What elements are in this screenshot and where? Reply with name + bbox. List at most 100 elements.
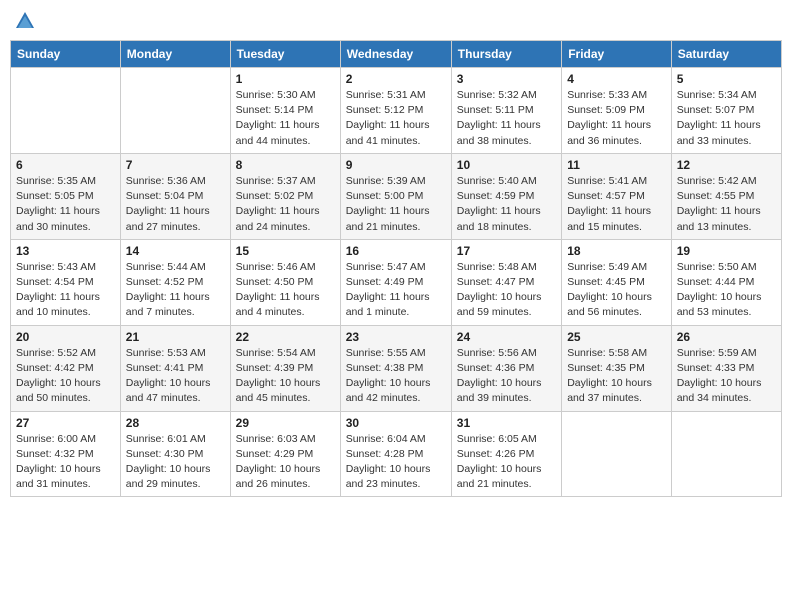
- weekday-header-thursday: Thursday: [451, 41, 561, 68]
- day-number: 31: [457, 416, 556, 430]
- day-number: 10: [457, 158, 556, 172]
- calendar-cell: 16Sunrise: 5:47 AM Sunset: 4:49 PM Dayli…: [340, 239, 451, 325]
- day-info: Sunrise: 5:58 AM Sunset: 4:35 PM Dayligh…: [567, 346, 666, 407]
- week-row-4: 20 Sunrise: 5:52 AM Sunset: 4:42 PM Dayli…: [11, 325, 782, 411]
- calendar-cell: [11, 68, 121, 154]
- weekday-header-friday: Friday: [562, 41, 672, 68]
- day-info: Sunrise: 5:55 AM Sunset: 4:38 PM Dayligh…: [346, 346, 446, 407]
- day-number: 13: [16, 244, 115, 258]
- day-number: 11: [567, 158, 666, 172]
- day-info: Sunrise: 5:54 AM Sunset: 4:39 PM Dayligh…: [236, 346, 335, 407]
- calendar-cell: 29Sunrise: 6:03 AM Sunset: 4:29 PM Dayli…: [230, 411, 340, 497]
- day-number: 1: [236, 72, 335, 86]
- day-info: Sunrise: 6:00 AM Sunset: 4:32 PM Dayligh…: [16, 432, 115, 493]
- logo: [14, 10, 40, 32]
- calendar-cell: 18 Sunrise: 5:49 AM Sunset: 4:45 PM Dayli…: [562, 239, 672, 325]
- day-number: 30: [346, 416, 446, 430]
- day-info: Sunrise: 5:36 AM Sunset: 5:04 PM Dayligh…: [126, 174, 225, 235]
- day-number: 5: [677, 72, 776, 86]
- calendar-cell: 30 Sunrise: 6:04 AM Sunset: 4:28 PM Dayli…: [340, 411, 451, 497]
- calendar-cell: 27 Sunrise: 6:00 AM Sunset: 4:32 PM Dayli…: [11, 411, 121, 497]
- calendar-cell: 28 Sunrise: 6:01 AM Sunset: 4:30 PM Dayli…: [120, 411, 230, 497]
- day-number: 23: [346, 330, 446, 344]
- day-number: 14: [126, 244, 225, 258]
- calendar-cell: 17 Sunrise: 5:48 AM Sunset: 4:47 PM Dayli…: [451, 239, 561, 325]
- calendar-cell: 26Sunrise: 5:59 AM Sunset: 4:33 PM Dayli…: [671, 325, 781, 411]
- calendar-cell: 14 Sunrise: 5:44 AM Sunset: 4:52 PM Dayli…: [120, 239, 230, 325]
- day-info: Sunrise: 6:04 AM Sunset: 4:28 PM Dayligh…: [346, 432, 446, 493]
- day-info: Sunrise: 5:46 AM Sunset: 4:50 PM Dayligh…: [236, 260, 335, 321]
- day-info: Sunrise: 6:01 AM Sunset: 4:30 PM Dayligh…: [126, 432, 225, 493]
- logo-icon: [14, 10, 36, 32]
- calendar-cell: 10 Sunrise: 5:40 AM Sunset: 4:59 PM Dayli…: [451, 153, 561, 239]
- calendar-cell: 31 Sunrise: 6:05 AM Sunset: 4:26 PM Dayli…: [451, 411, 561, 497]
- weekday-header-tuesday: Tuesday: [230, 41, 340, 68]
- day-info: Sunrise: 5:35 AM Sunset: 5:05 PM Dayligh…: [16, 174, 115, 235]
- day-info: Sunrise: 5:52 AM Sunset: 4:42 PM Dayligh…: [16, 346, 115, 407]
- calendar-cell: 24 Sunrise: 5:56 AM Sunset: 4:36 PM Dayli…: [451, 325, 561, 411]
- calendar-cell: 1 Sunrise: 5:30 AM Sunset: 5:14 PM Daylig…: [230, 68, 340, 154]
- day-info: Sunrise: 5:56 AM Sunset: 4:36 PM Dayligh…: [457, 346, 556, 407]
- day-number: 8: [236, 158, 335, 172]
- calendar-cell: 2 Sunrise: 5:31 AM Sunset: 5:12 PM Daylig…: [340, 68, 451, 154]
- weekday-header-wednesday: Wednesday: [340, 41, 451, 68]
- day-number: 12: [677, 158, 776, 172]
- day-number: 17: [457, 244, 556, 258]
- day-number: 6: [16, 158, 115, 172]
- day-number: 19: [677, 244, 776, 258]
- day-number: 28: [126, 416, 225, 430]
- day-info: Sunrise: 5:44 AM Sunset: 4:52 PM Dayligh…: [126, 260, 225, 321]
- calendar-cell: 22Sunrise: 5:54 AM Sunset: 4:39 PM Dayli…: [230, 325, 340, 411]
- calendar-cell: 5 Sunrise: 5:34 AM Sunset: 5:07 PM Daylig…: [671, 68, 781, 154]
- calendar-cell: 3 Sunrise: 5:32 AM Sunset: 5:11 PM Daylig…: [451, 68, 561, 154]
- day-info: Sunrise: 5:34 AM Sunset: 5:07 PM Dayligh…: [677, 88, 776, 149]
- day-info: Sunrise: 5:59 AM Sunset: 4:33 PM Dayligh…: [677, 346, 776, 407]
- day-info: Sunrise: 5:33 AM Sunset: 5:09 PM Dayligh…: [567, 88, 666, 149]
- weekday-header-saturday: Saturday: [671, 41, 781, 68]
- day-number: 7: [126, 158, 225, 172]
- day-info: Sunrise: 5:32 AM Sunset: 5:11 PM Dayligh…: [457, 88, 556, 149]
- calendar-cell: 15Sunrise: 5:46 AM Sunset: 4:50 PM Dayli…: [230, 239, 340, 325]
- calendar-cell: 11 Sunrise: 5:41 AM Sunset: 4:57 PM Dayli…: [562, 153, 672, 239]
- calendar-cell: 12Sunrise: 5:42 AM Sunset: 4:55 PM Dayli…: [671, 153, 781, 239]
- calendar-cell: 6 Sunrise: 5:35 AM Sunset: 5:05 PM Daylig…: [11, 153, 121, 239]
- calendar-cell: 19 Sunrise: 5:50 AM Sunset: 4:44 PM Dayli…: [671, 239, 781, 325]
- page-header: [10, 10, 782, 32]
- day-number: 27: [16, 416, 115, 430]
- day-info: Sunrise: 6:03 AM Sunset: 4:29 PM Dayligh…: [236, 432, 335, 493]
- day-number: 2: [346, 72, 446, 86]
- week-row-5: 27 Sunrise: 6:00 AM Sunset: 4:32 PM Dayli…: [11, 411, 782, 497]
- day-info: Sunrise: 6:05 AM Sunset: 4:26 PM Dayligh…: [457, 432, 556, 493]
- day-info: Sunrise: 5:41 AM Sunset: 4:57 PM Dayligh…: [567, 174, 666, 235]
- day-info: Sunrise: 5:39 AM Sunset: 5:00 PM Dayligh…: [346, 174, 446, 235]
- calendar-cell: 21Sunrise: 5:53 AM Sunset: 4:41 PM Dayli…: [120, 325, 230, 411]
- day-number: 4: [567, 72, 666, 86]
- day-info: Sunrise: 5:43 AM Sunset: 4:54 PM Dayligh…: [16, 260, 115, 321]
- calendar-cell: [120, 68, 230, 154]
- calendar-cell: 9 Sunrise: 5:39 AM Sunset: 5:00 PM Daylig…: [340, 153, 451, 239]
- calendar-cell: 23 Sunrise: 5:55 AM Sunset: 4:38 PM Dayli…: [340, 325, 451, 411]
- day-number: 16: [346, 244, 446, 258]
- day-info: Sunrise: 5:50 AM Sunset: 4:44 PM Dayligh…: [677, 260, 776, 321]
- week-row-1: 1 Sunrise: 5:30 AM Sunset: 5:14 PM Daylig…: [11, 68, 782, 154]
- day-info: Sunrise: 5:49 AM Sunset: 4:45 PM Dayligh…: [567, 260, 666, 321]
- calendar-cell: [671, 411, 781, 497]
- calendar-table: SundayMondayTuesdayWednesdayThursdayFrid…: [10, 40, 782, 497]
- weekday-header-sunday: Sunday: [11, 41, 121, 68]
- day-info: Sunrise: 5:40 AM Sunset: 4:59 PM Dayligh…: [457, 174, 556, 235]
- calendar-cell: 4 Sunrise: 5:33 AM Sunset: 5:09 PM Daylig…: [562, 68, 672, 154]
- day-info: Sunrise: 5:30 AM Sunset: 5:14 PM Dayligh…: [236, 88, 335, 149]
- calendar-cell: 7 Sunrise: 5:36 AM Sunset: 5:04 PM Daylig…: [120, 153, 230, 239]
- day-number: 18: [567, 244, 666, 258]
- day-number: 24: [457, 330, 556, 344]
- day-number: 3: [457, 72, 556, 86]
- day-number: 9: [346, 158, 446, 172]
- day-info: Sunrise: 5:48 AM Sunset: 4:47 PM Dayligh…: [457, 260, 556, 321]
- calendar-cell: 20 Sunrise: 5:52 AM Sunset: 4:42 PM Dayli…: [11, 325, 121, 411]
- day-info: Sunrise: 5:31 AM Sunset: 5:12 PM Dayligh…: [346, 88, 446, 149]
- day-info: Sunrise: 5:53 AM Sunset: 4:41 PM Dayligh…: [126, 346, 225, 407]
- calendar-cell: 13 Sunrise: 5:43 AM Sunset: 4:54 PM Dayli…: [11, 239, 121, 325]
- day-number: 20: [16, 330, 115, 344]
- day-number: 25: [567, 330, 666, 344]
- week-row-3: 13 Sunrise: 5:43 AM Sunset: 4:54 PM Dayli…: [11, 239, 782, 325]
